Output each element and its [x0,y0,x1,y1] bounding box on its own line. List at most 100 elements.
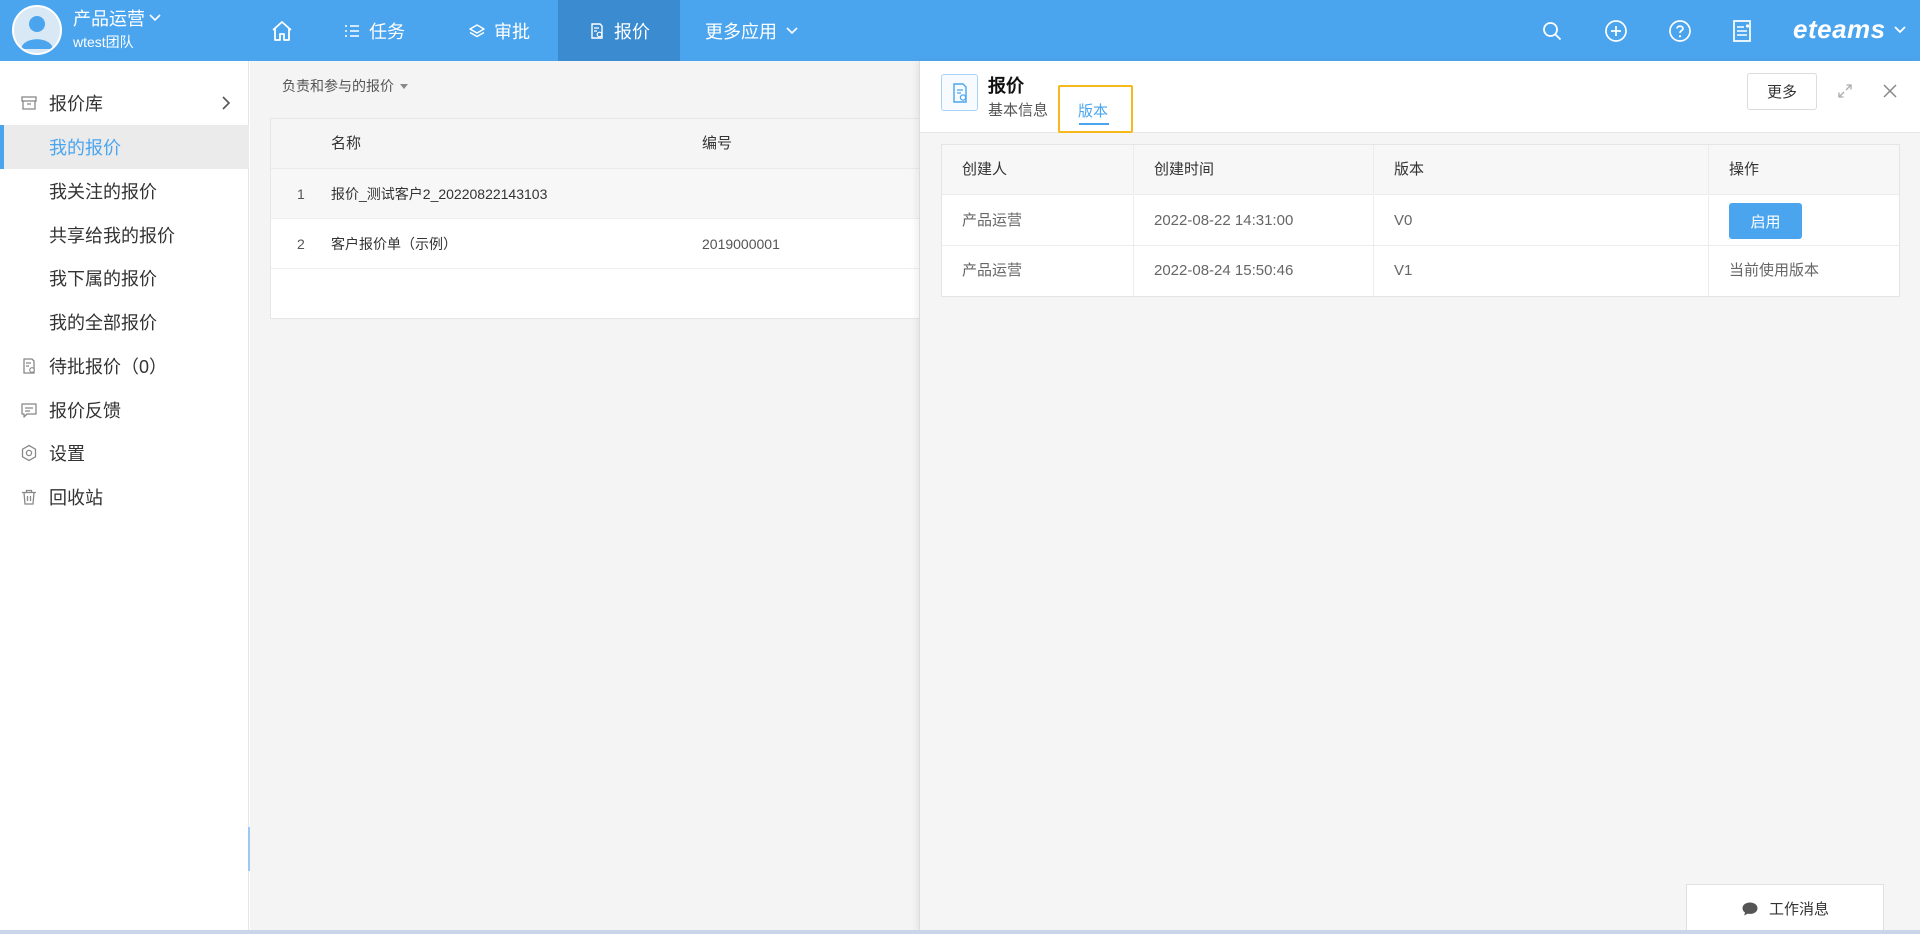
sidebar-item-followed-quotes[interactable]: 我关注的报价 [0,169,249,213]
work-message-label: 工作消息 [1768,901,1829,918]
scope-filter-label: 负责和参与的报价 [282,78,394,94]
user-switcher[interactable]: 产品运营 [73,5,162,31]
created-at-cell: 2022-08-22 14:31:00 [1134,196,1374,246]
quote-name[interactable]: 客户报价单（示例） [331,219,457,269]
nav-more-apps-label: 更多应用 [705,21,777,42]
column-header-action: 操作 [1729,161,1760,178]
scope-filter-dropdown[interactable]: 负责和参与的报价 [282,76,408,96]
row-number: 1 [297,186,305,202]
brand-switcher[interactable]: eteams [1793,14,1908,45]
column-header-version: 版本 [1374,145,1709,195]
layers-icon [469,23,485,37]
archive-icon [21,96,37,110]
tab-basic-info[interactable]: 基本信息 [988,99,1048,120]
work-message-button[interactable]: 工作消息 [1686,884,1884,932]
chevron-down-icon [1893,25,1906,33]
sidebar-item-label: 我下属的报价 [49,269,157,289]
notes-icon[interactable] [1729,18,1755,44]
sidebar-item-settings[interactable]: 设置 [0,431,249,475]
creator-cell: 产品运营 [942,196,1134,246]
table-header: 名称 编号 [271,119,921,169]
column-header-code: 编号 [702,135,733,152]
nav-home[interactable] [262,0,302,61]
column-header-name: 名称 [331,135,362,152]
sidebar-item-label: 我关注的报价 [49,182,157,202]
nav-more-apps[interactable]: 更多应用 [705,0,799,61]
sidebar-item-shared-quotes[interactable]: 共享给我的报价 [0,213,249,257]
sidebar: 报价库 我的报价 我关注的报价 共享给我的报价 我下属的报价 我的全部报价 待批… [0,61,249,934]
caret-down-icon [400,83,408,89]
expand-icon[interactable] [1836,82,1854,100]
creator-cell: 产品运营 [942,246,1134,296]
sidebar-item-my-quotes[interactable]: 我的报价 [0,125,249,169]
chevron-right-icon [222,96,231,110]
table-row[interactable]: 2 客户报价单（示例） 2019000001 [271,219,921,269]
pending-doc-icon [23,358,35,374]
chevron-down-icon [786,26,798,34]
avatar[interactable] [12,5,62,55]
nav-quote-label: 报价 [614,21,650,42]
row-number: 2 [297,236,305,252]
enable-version-button[interactable]: 启用 [1729,203,1802,239]
sidebar-item-label: 报价库 [49,94,103,114]
close-icon[interactable] [1881,82,1899,100]
add-icon[interactable] [1603,18,1629,44]
tab-version-label: 版本 [1078,103,1109,120]
sidebar-item-label: 我的报价 [49,138,121,158]
help-icon[interactable] [1667,18,1693,44]
sidebar-item-quote-library[interactable]: 报价库 [0,81,249,125]
column-header-created-at: 创建时间 [1134,145,1374,195]
sidebar-item-recycle-bin[interactable]: 回收站 [0,475,249,519]
version-cell: V1 [1374,246,1709,296]
chat-bubble-icon [1742,902,1758,915]
bottom-border [0,930,1920,934]
sidebar-item-label: 待批报价（0） [49,357,168,377]
sidebar-item-label: 设置 [49,444,85,464]
table-header: 创建人 创建时间 版本 操作 [942,145,1899,195]
sidebar-item-label: 回收站 [49,488,103,508]
top-navbar: 产品运营 wtest团队 任务 审批 报价 更多应用 eteams [0,0,1920,61]
list-icon [345,24,359,37]
more-button[interactable]: 更多 [1747,73,1817,110]
settings-icon [21,444,37,462]
action-cell: 启用 [1709,196,1899,246]
quote-doc-icon [591,22,603,39]
created-at-cell: 2022-08-24 15:50:46 [1134,246,1374,296]
quote-table: 名称 编号 1 报价_测试客户2_20220822143103 2 客户报价单（… [270,118,921,319]
nav-tasks-label: 任务 [369,21,405,42]
version-cell: V0 [1374,196,1709,246]
quote-name[interactable]: 报价_测试客户2_20220822143103 [331,169,547,219]
current-version-text: 当前使用版本 [1729,262,1820,279]
brand-logo: eteams [1793,14,1886,44]
nav-quote[interactable]: 报价 [558,0,680,61]
sidebar-item-all-quotes[interactable]: 我的全部报价 [0,300,249,344]
table-row: 产品运营 2022-08-22 14:31:00 V0 启用 [942,196,1899,246]
trash-icon [22,489,36,505]
sidebar-item-feedback[interactable]: 报价反馈 [0,388,249,432]
sidebar-item-label: 共享给我的报价 [49,226,175,246]
feedback-icon [21,403,37,418]
sidebar-item-pending-quotes[interactable]: 待批报价（0） [0,344,249,388]
user-name: 产品运营 [73,9,145,29]
column-header-creator: 创建人 [942,145,1134,195]
sidebar-item-label: 我的全部报价 [49,313,157,333]
sidebar-item-label: 报价反馈 [49,401,121,421]
nav-approval[interactable]: 审批 [468,0,530,61]
version-table: 创建人 创建时间 版本 操作 产品运营 2022-08-22 14:31:00 … [941,144,1900,297]
panel-title: 报价 [988,76,1024,96]
quote-code: 2019000001 [702,236,780,252]
team-name: wtest团队 [73,34,134,50]
sidebar-item-subordinate-quotes[interactable]: 我下属的报价 [0,256,249,300]
quote-list-area: 负责和参与的报价 名称 编号 1 报价_测试客户2_20220822143103… [250,61,921,931]
nav-tasks[interactable]: 任务 [343,0,405,61]
tab-version[interactable]: 版本 [1058,85,1133,133]
chevron-down-icon [149,14,161,22]
nav-approval-label: 审批 [494,21,530,42]
home-icon [272,20,292,41]
quote-detail-panel: 报价 基本信息 版本 更多 创建人 创建时间 版本 操作 产品运营 2022-0… [919,61,1920,931]
search-icon[interactable] [1539,18,1565,44]
quote-doc-icon [941,74,978,111]
table-row: 产品运营 2022-08-24 15:50:46 V1 当前使用版本 [942,246,1899,296]
panel-header: 报价 基本信息 版本 更多 [920,61,1920,133]
table-row[interactable]: 1 报价_测试客户2_20220822143103 [271,169,921,219]
